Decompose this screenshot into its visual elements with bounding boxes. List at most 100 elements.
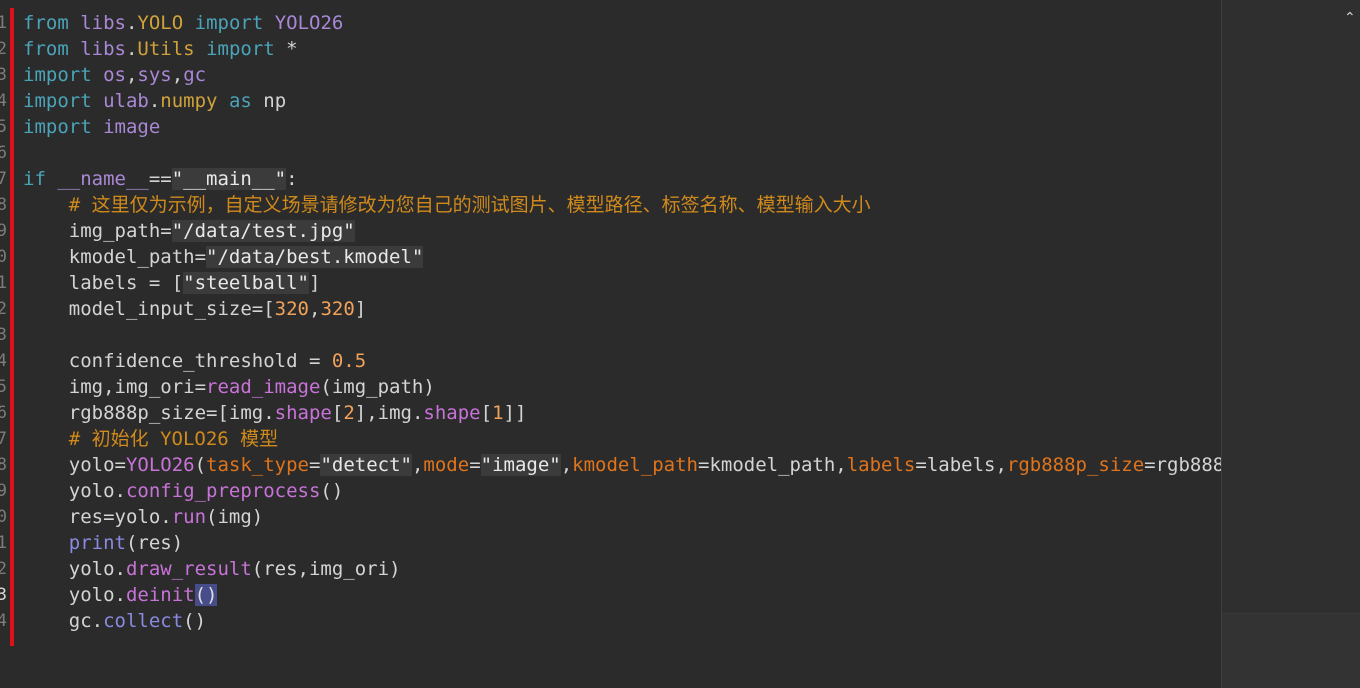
operator: (img_path) — [320, 376, 435, 398]
method-call: config_preprocess — [125, 480, 321, 502]
line-number: 6 — [0, 143, 7, 163]
code-line-11[interactable]: labels = ["steelball"] — [23, 270, 320, 296]
method-call: draw_result — [125, 558, 252, 580]
identifier: img_path= — [23, 220, 172, 242]
code-line-5[interactable]: import image — [23, 114, 160, 140]
operator: . — [125, 12, 138, 34]
code-line-1[interactable]: from libs.YOLO import YOLO26 — [23, 10, 343, 36]
method-call: collect — [103, 610, 184, 632]
code-line-2[interactable]: from libs.Utils import * — [23, 36, 298, 62]
code-line-4[interactable]: import ulab.numpy as np — [23, 88, 286, 114]
keyword: from — [23, 38, 81, 60]
line-number: 1 — [0, 13, 7, 33]
operator: (img) — [206, 506, 264, 528]
modified-lines-indicator — [10, 8, 14, 646]
line-number: 24 — [0, 611, 7, 631]
line-number: 23 — [0, 585, 7, 605]
line-number: 5 — [0, 117, 7, 137]
string-literal: "/data/test.jpg" — [171, 220, 355, 242]
string-literal: "image" — [480, 454, 561, 476]
code-line-3[interactable]: import os,sys,gc — [23, 62, 206, 88]
code-line-19[interactable]: yolo.config_preprocess() — [23, 478, 344, 504]
identifier: Utils — [137, 38, 195, 60]
identifier: libs — [80, 12, 126, 34]
line-number: 17 — [0, 429, 7, 449]
identifier: __name__ — [57, 168, 149, 190]
identifier: sys — [137, 64, 172, 86]
line-number: 10 — [0, 247, 7, 267]
code-line-15[interactable]: img,img_ori=read_image(img_path) — [23, 374, 435, 400]
code-area[interactable]: from libs.YOLO import YOLO26 from libs.U… — [23, 10, 1221, 650]
operator: () — [320, 480, 344, 502]
operator: ] — [354, 298, 367, 320]
number-literal: 320 — [274, 298, 309, 320]
code-line-20[interactable]: res=yolo.run(img) — [23, 504, 264, 530]
keyword-argument: labels — [846, 454, 916, 476]
identifier: numpy — [160, 90, 218, 112]
code-line-17[interactable]: # 初始化 YOLO26 模型 — [23, 426, 278, 452]
code-line-9[interactable]: img_path="/data/test.jpg" — [23, 218, 355, 244]
identifier: =kmodel_path, — [698, 454, 847, 476]
identifier: img,img_ori= — [23, 376, 207, 398]
identifier: labels = [ — [23, 272, 184, 294]
keyword: import — [183, 12, 275, 34]
line-number: 14 — [0, 351, 7, 371]
code-line-24[interactable]: gc.collect() — [23, 608, 206, 634]
identifier: YOLO26 — [274, 12, 344, 34]
operator: (res,img_ori) — [251, 558, 401, 580]
operator: ]] — [503, 402, 527, 424]
code-line-14[interactable]: confidence_threshold = 0.5 — [23, 348, 366, 374]
identifier: image — [103, 116, 161, 138]
identifier: =rgb888p_size — [1144, 454, 1221, 476]
line-number: 20 — [0, 507, 7, 527]
line-number: 16 — [0, 403, 7, 423]
identifier: np — [263, 90, 287, 112]
code-line-23[interactable]: yolo.deinit() — [23, 582, 218, 608]
operator: () — [183, 610, 207, 632]
code-line-16[interactable]: rgb888p_size=[img.shape[2],img.shape[1]] — [23, 400, 527, 426]
code-line-7[interactable]: if __name__=="__main__": — [23, 166, 298, 192]
method-call: deinit — [125, 584, 195, 606]
line-number: 12 — [0, 299, 7, 319]
identifier: ],img. — [354, 402, 424, 424]
matched-bracket: () — [194, 584, 218, 606]
operator: , — [560, 454, 573, 476]
string-literal: "steelball" — [183, 272, 309, 294]
identifier: gc — [183, 64, 207, 86]
string-literal: "detect" — [320, 454, 412, 476]
identifier: yolo. — [23, 558, 126, 580]
chevron-up-icon[interactable]: ⌃ — [1344, 11, 1356, 25]
attribute: shape — [423, 402, 481, 424]
code-line-22[interactable]: yolo.draw_result(res,img_ori) — [23, 556, 401, 582]
code-line-18[interactable]: yolo=YOLO26(task_type="detect",mode="ima… — [23, 452, 1221, 478]
code-line-12[interactable]: model_input_size=[320,320] — [23, 296, 366, 322]
operator: . — [148, 90, 161, 112]
function-call: YOLO26 — [125, 454, 195, 476]
identifier: kmodel_path= — [23, 246, 207, 268]
keyword: import — [23, 64, 104, 86]
identifier: res=yolo. — [23, 506, 172, 528]
operator: * — [286, 38, 298, 60]
method-call: run — [171, 506, 207, 528]
keyword: from — [23, 12, 81, 34]
code-line-21[interactable]: print(res) — [23, 530, 183, 556]
operator: (res) — [125, 532, 184, 554]
identifier: rgb888p_size=[img. — [23, 402, 275, 424]
identifier: =labels, — [915, 454, 1007, 476]
line-number: 8 — [0, 195, 7, 215]
line-number: 4 — [0, 91, 7, 111]
comment: # 初始化 YOLO26 模型 — [23, 428, 279, 450]
code-editor[interactable]: 123456789101112131415161718192021222324 … — [0, 0, 1360, 688]
operator: [ — [331, 402, 344, 424]
line-number: 3 — [0, 65, 7, 85]
minimap-viewport[interactable] — [1222, 0, 1360, 614]
code-line-8[interactable]: # 这里仅为示例，自定义场景请修改为您自己的测试图片、模型路径、标签名称、模型输… — [23, 192, 871, 218]
keyword-argument: rgb888p_size — [1006, 454, 1145, 476]
operator: = — [309, 454, 321, 476]
operator: ] — [309, 272, 321, 294]
line-number: 7 — [0, 169, 7, 189]
code-line-10[interactable]: kmodel_path="/data/best.kmodel" — [23, 244, 424, 270]
function-call: read_image — [206, 376, 321, 398]
operator: = — [469, 454, 481, 476]
